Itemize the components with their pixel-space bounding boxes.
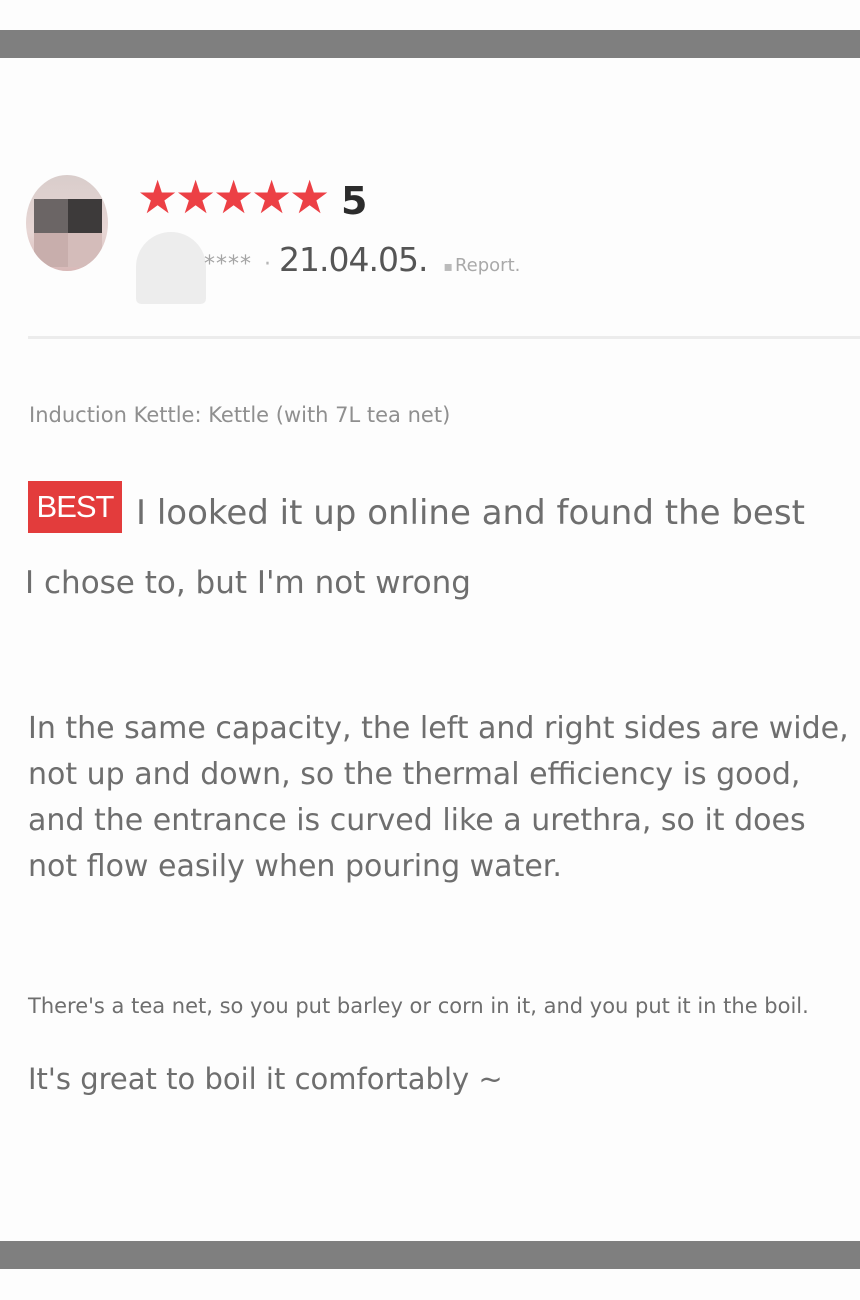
- purchased-option: Induction Kettle: Kettle (with 7L tea ne…: [29, 403, 451, 427]
- star-icon: ★: [137, 170, 179, 224]
- paragraph-line: and the entrance is curved like a urethr…: [28, 803, 806, 838]
- avatar: [26, 175, 108, 271]
- paragraph-line: not up and down, so the thermal efficien…: [28, 757, 801, 792]
- star-icon: ★: [251, 170, 293, 224]
- top-frame-bar: [0, 30, 860, 58]
- star-rating: ★ ★ ★ ★ ★: [137, 170, 331, 224]
- review-date: 21.04.05.: [279, 240, 428, 279]
- bottom-frame-bar: [0, 1241, 860, 1269]
- star-icon: ★: [213, 170, 255, 224]
- blurred-username-mask: [136, 232, 206, 304]
- rating-value: 5: [341, 179, 368, 223]
- paragraph-line: In the same capacity, the left and right…: [28, 711, 849, 746]
- review-small-text: There's a tea net, so you put barley or …: [28, 994, 809, 1018]
- avatar-pixel: [68, 199, 102, 233]
- avatar-pixel: [68, 233, 102, 267]
- masked-username: ****: [204, 252, 252, 277]
- best-badge: BEST: [28, 481, 122, 533]
- report-bullet: ▪: [443, 259, 453, 275]
- meta-separator: ·: [264, 252, 271, 277]
- paragraph-line: not flow easily when pouring water.: [28, 849, 562, 884]
- report-link[interactable]: Report.: [455, 255, 520, 276]
- review-closing-line: It's great to boil it comfortably ~: [28, 1062, 503, 1096]
- divider: [28, 336, 860, 339]
- star-icon: ★: [289, 170, 331, 224]
- avatar-pixel: [34, 233, 68, 267]
- avatar-pixel: [34, 199, 68, 233]
- review-paragraph: In the same capacity, the left and right…: [28, 706, 849, 890]
- review-meta: **** · 21.04.05. ▪ Report.: [204, 240, 520, 279]
- review-text-line: I chose to, but I'm not wrong: [25, 565, 471, 601]
- star-icon: ★: [175, 170, 217, 224]
- review-headline: I looked it up online and found the best: [136, 493, 805, 533]
